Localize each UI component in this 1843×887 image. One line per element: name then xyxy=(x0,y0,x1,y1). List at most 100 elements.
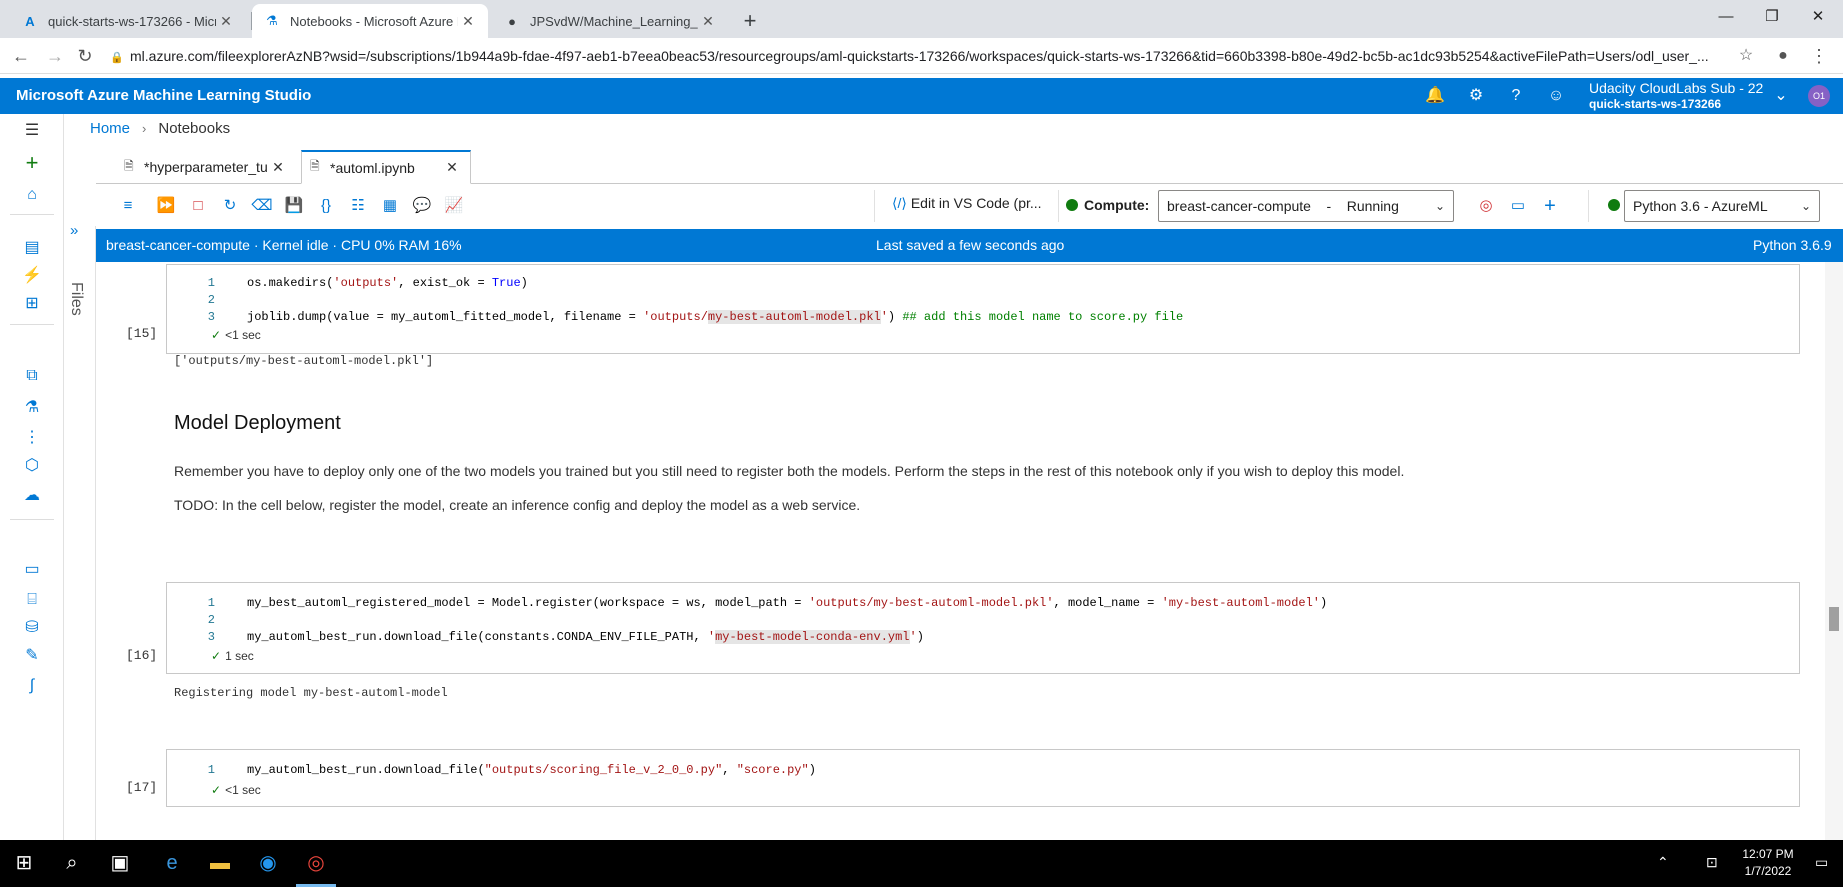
endpoints-icon[interactable]: ☁ xyxy=(20,484,44,508)
browser-tab-active[interactable]: ⚗ Notebooks - Microsoft Azure Ma ✕ xyxy=(252,4,488,38)
browser-tab-title: Notebooks - Microsoft Azure Ma xyxy=(290,13,458,29)
clear-outputs-icon[interactable]: ⌫ xyxy=(250,194,274,218)
file-explorer-icon[interactable]: ▬ xyxy=(196,840,244,887)
environments-icon[interactable]: ⌸ xyxy=(20,588,44,612)
taskbar-clock[interactable]: 12:07 PM 1/7/2022 xyxy=(1733,846,1803,880)
windows-start-icon[interactable]: ⊞ xyxy=(0,840,48,887)
save-icon[interactable]: 💾 xyxy=(282,194,306,218)
compute-icon[interactable]: ▭ xyxy=(20,558,44,582)
reload-icon[interactable]: ↻ xyxy=(72,44,98,68)
table-of-contents-icon[interactable]: ☷ xyxy=(346,194,370,218)
chevron-down-icon[interactable]: ⌄ xyxy=(1770,85,1792,107)
left-nav-rail: ☰ + ⌂ ▤ ⚡ ⊞ ⧉ ⚗ ⋮ ⬡ ☁ ▭ ⌸ ⛁ ✎ ∫ xyxy=(0,114,64,840)
notebook-outline-icon[interactable]: ▦ xyxy=(378,194,402,218)
automl-icon[interactable]: ⚡ xyxy=(20,264,44,288)
edit-in-vscode-button[interactable]: ⟨/⟩ Edit in VS Code (pr... xyxy=(892,195,1042,212)
url-field[interactable]: 🔒 ml.azure.com/fileexplorerAzNB?wsid=/sub… xyxy=(110,44,1730,68)
kernel-select[interactable]: Python 3.6 - AzureML ⌄ xyxy=(1624,190,1820,222)
forward-arrow-icon[interactable]: → xyxy=(42,44,68,68)
notebook-status-bar: breast-cancer-compute · Kernel idle · CP… xyxy=(96,229,1843,262)
files-label[interactable]: Files xyxy=(67,282,85,316)
chrome-icon[interactable]: ◎ xyxy=(292,840,340,887)
compute-select[interactable]: breast-cancer-compute - Running ⌄ xyxy=(1158,190,1454,222)
stop-compute-icon[interactable]: ◎ xyxy=(1474,194,1498,218)
close-icon[interactable]: ✕ xyxy=(698,13,718,30)
line-number: 2 xyxy=(207,613,215,627)
feedback-smiley-icon[interactable]: ☺ xyxy=(1545,85,1567,107)
stop-icon[interactable]: □ xyxy=(186,194,210,218)
clock-date: 1/7/2022 xyxy=(1744,864,1792,878)
close-icon[interactable]: ✕ xyxy=(216,13,236,30)
address-bar: ← → ↻ 🔒 ml.azure.com/fileexplorerAzNB?wsi… xyxy=(0,38,1843,74)
home-icon[interactable]: ⌂ xyxy=(20,183,44,207)
lock-icon: 🔒 xyxy=(110,52,124,64)
add-compute-icon[interactable]: + xyxy=(1538,194,1562,218)
close-icon[interactable]: ✕ xyxy=(268,159,288,176)
task-view-icon[interactable]: ▣ xyxy=(96,840,144,887)
back-arrow-icon[interactable]: ← xyxy=(8,44,34,68)
help-icon[interactable]: ? xyxy=(1505,85,1527,107)
datastores-icon[interactable]: ⛁ xyxy=(20,616,44,640)
code-cell-15[interactable]: 1 2 3 os.makedirs('outputs', exist_ok = … xyxy=(166,264,1800,354)
terminal-icon[interactable]: ▭ xyxy=(1506,194,1530,218)
account-workspace[interactable]: quick-starts-ws-173266 xyxy=(1589,97,1721,111)
files-panel-rail: » Files xyxy=(64,222,96,840)
datasets-icon[interactable]: ⧉ xyxy=(20,364,44,388)
avatar[interactable]: O1 xyxy=(1808,85,1830,107)
experiments-icon[interactable]: ⚗ xyxy=(20,396,44,420)
code-cell-17[interactable]: 1 my_automl_best_run.download_file("outp… xyxy=(166,749,1800,807)
app-brand[interactable]: Microsoft Azure Machine Learning Studio xyxy=(16,87,311,104)
linked-services-icon[interactable]: ∫ xyxy=(20,674,44,698)
models-icon[interactable]: ⬡ xyxy=(20,454,44,478)
search-icon[interactable]: ⌕ xyxy=(48,840,96,887)
gear-icon[interactable]: ⚙ xyxy=(1465,85,1487,107)
restore-button[interactable]: ❐ xyxy=(1749,0,1795,36)
compute-label: Compute: xyxy=(1066,197,1149,213)
checkmark-icon: ✓ xyxy=(211,783,222,797)
designer-icon[interactable]: ⊞ xyxy=(20,292,44,316)
menu-icon[interactable]: ≡ xyxy=(116,194,140,218)
hamburger-menu-icon[interactable]: ☰ xyxy=(20,119,44,143)
pipelines-icon[interactable]: ⋮ xyxy=(20,426,44,450)
execution-time: ✓ 1 sec xyxy=(211,649,254,663)
expand-chevrons-icon[interactable]: » xyxy=(70,222,78,239)
bell-icon[interactable]: 🔔 xyxy=(1424,85,1446,107)
toolbar-divider xyxy=(1588,190,1589,222)
restart-kernel-icon[interactable]: ↻ xyxy=(218,194,242,218)
notebook-scrollbar[interactable] xyxy=(1825,262,1843,840)
close-icon[interactable]: ✕ xyxy=(442,159,462,176)
vscode-icon: ⟨/⟩ xyxy=(892,195,907,211)
create-plus-icon[interactable]: + xyxy=(20,151,44,175)
save-status-text: Last saved a few seconds ago xyxy=(876,237,1065,253)
chevron-up-icon[interactable]: ⌃ xyxy=(1657,854,1669,871)
docker-icon[interactable]: ◉ xyxy=(244,840,292,887)
new-tab-button[interactable]: + xyxy=(736,8,764,36)
run-all-icon[interactable]: ⏩ xyxy=(154,194,178,218)
clock-time: 12:07 PM xyxy=(1742,847,1794,861)
bookmark-star-icon[interactable]: ☆ xyxy=(1733,44,1759,68)
minimize-button[interactable]: — xyxy=(1703,0,1749,36)
browser-tab[interactable]: A quick-starts-ws-173266 - Micros ✕ xyxy=(10,4,246,38)
close-icon[interactable]: ✕ xyxy=(458,13,478,30)
execution-count: [17] xyxy=(126,780,158,795)
code-cell-16[interactable]: 1 2 3 my_best_automl_registered_model = … xyxy=(166,582,1800,674)
internet-explorer-icon[interactable]: e xyxy=(148,840,196,887)
data-labeling-icon[interactable]: ✎ xyxy=(20,644,44,668)
more-menu-icon[interactable]: ⋮ xyxy=(1806,44,1832,68)
github-icon: ● xyxy=(508,13,516,29)
comments-icon[interactable]: 💬 xyxy=(410,194,434,218)
profile-icon[interactable]: ● xyxy=(1770,44,1796,68)
tab-hyperparameter[interactable]: 🗎 *hyperparameter_tu ✕ xyxy=(116,150,296,184)
notifications-icon[interactable]: ▭ xyxy=(1815,854,1828,871)
close-window-button[interactable]: ✕ xyxy=(1795,0,1841,36)
breadcrumb-home-link[interactable]: Home xyxy=(90,120,130,137)
account-subscription[interactable]: Udacity CloudLabs Sub - 22 xyxy=(1589,80,1763,96)
variables-braces-icon[interactable]: {} xyxy=(314,194,338,218)
network-icon[interactable]: ⊡ xyxy=(1706,854,1718,871)
chart-icon[interactable]: 📈 xyxy=(442,194,466,218)
notebook-icon[interactable]: ▤ xyxy=(0,230,64,266)
browser-tab[interactable]: ● JPSvdW/Machine_Learning_Engi ✕ xyxy=(492,4,728,38)
scrollbar-thumb[interactable] xyxy=(1829,607,1839,631)
execution-time: ✓ <1 sec xyxy=(211,328,261,342)
tab-automl[interactable]: 🗎 *automl.ipynb ✕ xyxy=(301,150,471,184)
